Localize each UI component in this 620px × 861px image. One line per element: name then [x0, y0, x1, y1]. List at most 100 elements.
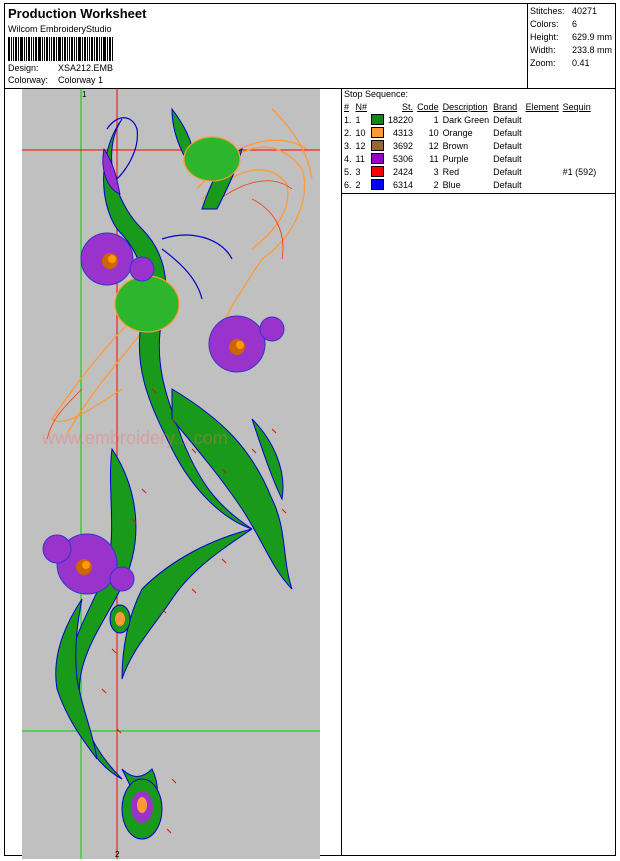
design-preview-pane: www.embroidery....com 1 2 — [5, 89, 342, 859]
barcode-bar — [76, 37, 77, 61]
barcode-bar — [67, 37, 68, 61]
stat-value: 6 — [572, 19, 578, 29]
barcode-bar — [44, 37, 45, 61]
barcode-bar — [28, 37, 30, 61]
stitch-count: 3692 — [393, 140, 414, 151]
sequin-value — [561, 126, 599, 139]
stop-sequence-title: Stop Sequence: — [344, 89, 409, 99]
stat-row: Zoom: 0.41 — [530, 57, 612, 70]
barcode-bar — [103, 37, 106, 61]
color-code: 3 — [433, 166, 439, 177]
table-row: 4. 11 5306 11 Purple Default — [342, 152, 598, 165]
barcode-bar — [99, 37, 100, 61]
sequin-value — [561, 139, 599, 152]
row-index: 2. — [344, 127, 352, 138]
color-description: Dark Green — [442, 114, 490, 125]
table-row: 5. 3 2424 3 Red Default #1 (592) — [342, 165, 598, 178]
stat-row: Width: 233.8 mm — [530, 44, 612, 57]
colorway-label: Colorway: — [8, 75, 49, 85]
color-swatch — [369, 178, 386, 191]
barcode-bar — [112, 37, 113, 61]
table-row: 2. 10 4313 10 Orange Default — [342, 126, 598, 139]
barcode-bar — [107, 37, 108, 61]
element-value — [524, 139, 561, 152]
barcode-bar — [69, 37, 70, 61]
color-swatch — [369, 152, 386, 165]
element-value — [524, 126, 561, 139]
col-header: # — [344, 102, 350, 112]
worksheet: Production Worksheet Wilcom EmbroiderySt… — [4, 3, 616, 859]
color-description: Blue — [442, 179, 461, 190]
thread-color-swatch — [371, 127, 385, 139]
header: Production Worksheet Wilcom EmbroiderySt… — [5, 4, 615, 89]
element-value — [524, 152, 561, 165]
barcode-bar — [42, 37, 43, 61]
colorway-row: Colorway: Colorway 1 — [8, 75, 103, 85]
barcode-bar — [56, 37, 57, 61]
stat-row: Height: 629.9 mm — [530, 31, 612, 44]
color-swatch — [369, 165, 386, 178]
thread-brand: Default — [493, 166, 522, 177]
stop-sequence-table: # N# St. Code Description Brand Element … — [342, 101, 598, 191]
thread-brand: Default — [493, 140, 522, 151]
col-header: N# — [355, 102, 368, 112]
barcode-bar — [18, 37, 19, 61]
barcode-bar — [74, 37, 75, 61]
needle-number: 1 — [355, 114, 361, 125]
barcode-bar — [91, 37, 93, 61]
stop-sequence-pane: Stop Sequence: # N# St. Code Description… — [342, 89, 615, 194]
row-index: 5. — [344, 166, 352, 177]
software-name: Wilcom EmbroideryStudio — [8, 24, 112, 34]
stat-value: 233.8 mm — [572, 45, 613, 55]
needle-number: 12 — [355, 140, 366, 151]
row-index: 1. — [344, 114, 352, 125]
color-description: Purple — [442, 153, 469, 164]
barcode-bar — [26, 37, 27, 61]
color-description: Brown — [442, 140, 469, 151]
thread-color-swatch — [371, 153, 385, 165]
barcode-bar — [15, 37, 17, 61]
barcode-bar — [82, 37, 83, 61]
sequin-value — [561, 113, 599, 126]
color-description: Orange — [442, 127, 473, 138]
stitch-count: 18220 — [388, 114, 414, 125]
start-marker: 1 — [82, 90, 87, 99]
stat-row: Colors: 6 — [530, 18, 612, 31]
barcode-bar — [20, 37, 23, 61]
color-code: 10 — [428, 127, 439, 138]
row-index: 3. — [344, 140, 352, 151]
col-header: Brand — [493, 102, 518, 112]
barcode-bar — [71, 37, 73, 61]
sequin-value — [561, 178, 599, 191]
col-header-swatch — [369, 101, 386, 113]
color-swatch — [369, 126, 386, 139]
barcode-bar — [8, 37, 10, 61]
barcode-bar — [96, 37, 98, 61]
barcode-bar — [51, 37, 52, 61]
needle-number: 3 — [355, 166, 361, 177]
embroidery-design-image: www.embroidery....com 1 2 — [22, 89, 320, 859]
colorway-value: Colorway 1 — [58, 75, 104, 85]
thread-color-swatch — [371, 179, 385, 191]
table-row: 3. 12 3692 12 Brown Default — [342, 139, 598, 152]
color-code: 1 — [433, 114, 439, 125]
barcode-bar — [31, 37, 32, 61]
element-value — [524, 113, 561, 126]
barcode-bar — [87, 37, 88, 61]
col-header: Element — [525, 102, 559, 112]
thread-brand: Default — [493, 179, 522, 190]
needle-number: 11 — [355, 153, 365, 164]
row-index: 6. — [344, 179, 352, 190]
barcode-bar — [24, 37, 25, 61]
color-swatch — [369, 139, 386, 152]
barcode-bar — [94, 37, 95, 61]
stitch-markers — [101, 388, 287, 834]
page-title: Production Worksheet — [8, 6, 147, 21]
design-row: Design: XSA212.EMB — [8, 63, 113, 73]
barcode-bar — [33, 37, 34, 61]
thread-color-swatch — [371, 114, 385, 126]
stat-label: Colors: — [530, 19, 559, 29]
element-value — [524, 178, 561, 191]
thread-brand: Default — [493, 127, 522, 138]
barcode-bar — [78, 37, 81, 61]
